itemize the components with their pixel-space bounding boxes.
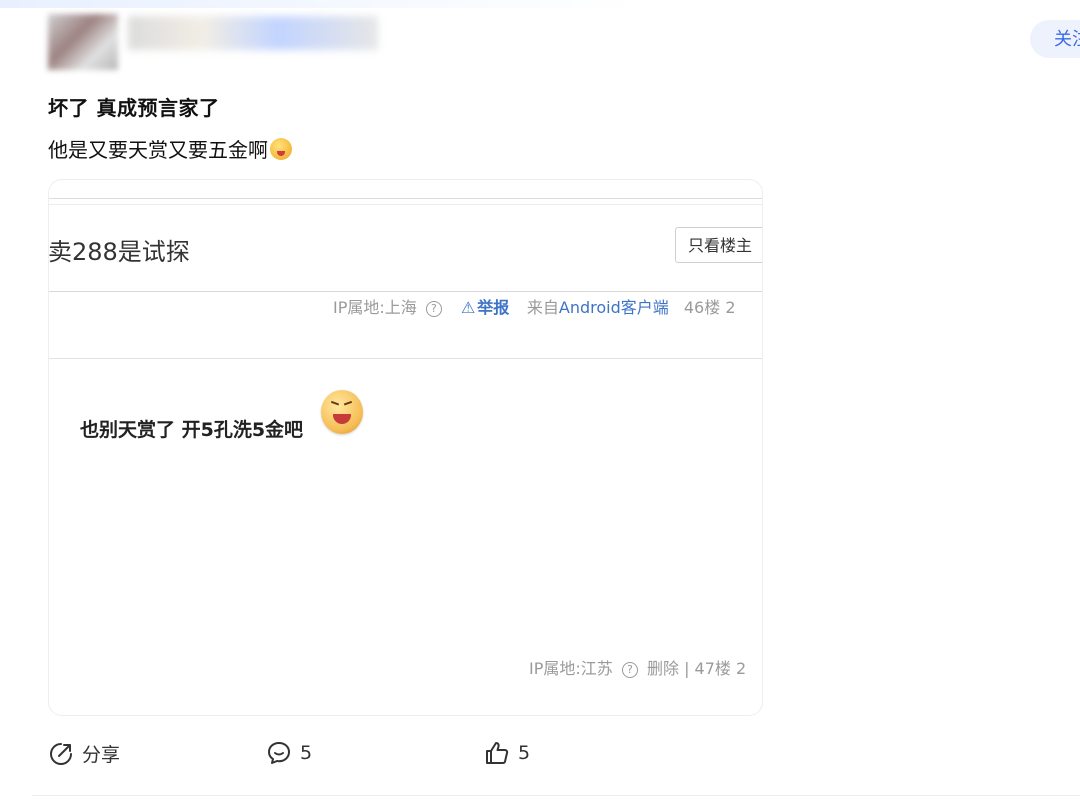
divider [32,795,1080,796]
post-body: 他是又要天赏又要五金啊 [48,134,292,163]
embedded-screenshot-image[interactable]: 卖288是试探 只看楼主 IP属地:上海 ? ⚠ 举报 来自Android客户端 … [48,179,763,716]
header-backdrop [0,0,640,8]
reply-text: 也别天赏了 开5孔洗5金吧 [80,419,304,441]
floor-number: 47楼 [694,659,731,678]
comment-button[interactable]: 5 [266,740,312,766]
like-count: 5 [518,742,531,764]
comment-icon [268,742,290,764]
divider [49,358,762,359]
only-op-button: 只看楼主 [675,227,762,263]
thumbs-up-icon [486,742,509,764]
help-circle-icon: ? [425,300,442,317]
post-title: 坏了 真成预言家了 [48,96,220,120]
reply-meta-47: IP属地:江苏 ? 删除 | 47楼 2 [529,655,746,679]
share-icon [50,742,72,765]
share-button[interactable]: 分享 [48,740,120,767]
share-label: 分享 [82,744,121,766]
ip-location: IP属地:江苏 [529,659,613,678]
divider [49,291,762,292]
truncated-text: 2 [725,298,736,317]
help-circle-icon: ? [621,661,638,678]
action-bar: 分享 5 5 [48,740,748,772]
floor-number: 46楼 [683,298,721,317]
divider [49,204,762,205]
reply-meta-46: IP属地:上海 ? ⚠ 举报 来自Android客户端 46楼 2 [333,294,736,318]
separator: | [684,659,690,678]
from-prefix: 来自 [526,298,559,317]
comment-count: 5 [300,742,313,764]
client-link: Android客户端 [558,298,669,317]
ip-location: IP属地:上海 [333,298,417,317]
truncated-text: 2 [736,659,747,678]
post-body-text: 他是又要天赏又要五金啊 [48,138,268,162]
divider [49,198,762,199]
emoji-icon [270,137,292,160]
follow-button[interactable]: 关注 [1030,20,1080,58]
like-button[interactable]: 5 [484,740,530,766]
report-link: ⚠ 举报 [460,298,510,317]
warning-icon: ⚠ [460,298,476,317]
delete-link: 删除 [646,659,679,678]
username-blurred[interactable] [128,16,378,50]
thread-title: 卖288是试探 [48,238,190,266]
avatar[interactable] [48,14,118,70]
laughing-emoji-icon [321,390,363,434]
